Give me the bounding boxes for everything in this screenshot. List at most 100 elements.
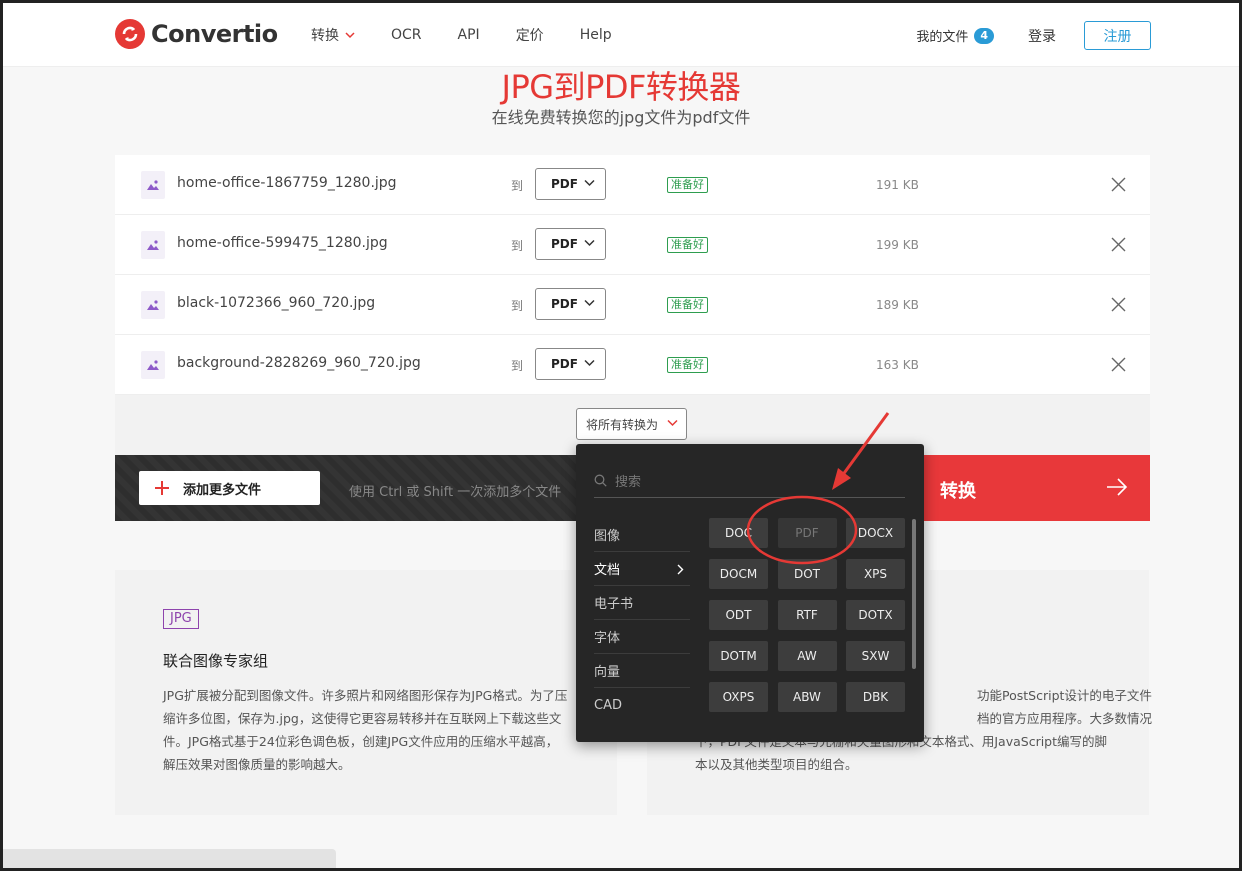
format-grid: DOC PDF DOCX DOCM DOT XPS ODT RTF DOTX D…	[709, 518, 906, 712]
logo-text: Convertio	[151, 20, 278, 48]
format-option[interactable]: SXW	[846, 641, 905, 671]
search-icon	[594, 474, 607, 487]
top-header: Convertio 转换 OCR API 定价 Help 我的文件 4 登录 注…	[3, 3, 1239, 67]
file-size: 163 KB	[876, 358, 919, 372]
card-text-line: 本以及其他类型项目的组合。	[695, 757, 858, 772]
category-font[interactable]: 字体	[594, 620, 690, 654]
convert-all-label: 将所有转换为	[586, 417, 659, 432]
image-file-icon	[141, 231, 165, 259]
category-document[interactable]: 文档	[594, 552, 690, 586]
multi-select-hint: 使用 Ctrl 或 Shift 一次添加多个文件	[349, 485, 562, 500]
format-option[interactable]: RTF	[777, 600, 837, 630]
format-option[interactable]: DOCX	[846, 518, 905, 548]
my-files-link[interactable]: 我的文件 4	[916, 26, 994, 45]
file-size: 189 KB	[876, 298, 919, 312]
add-more-label: 添加更多文件	[183, 482, 262, 498]
convertio-logo-icon	[115, 19, 145, 49]
target-format-select[interactable]: PDF	[535, 348, 606, 380]
login-link[interactable]: 登录	[1028, 26, 1056, 46]
main-nav: 转换 OCR API 定价 Help	[311, 25, 648, 45]
format-option[interactable]: DOTX	[846, 600, 905, 630]
page-subtitle: 在线免费转换您的jpg文件为pdf文件	[491, 108, 751, 127]
dropdown-scrollbar[interactable]	[912, 519, 916, 669]
chevron-down-icon	[584, 299, 595, 307]
format-option[interactable]: DOCM	[709, 559, 768, 589]
chevron-down-icon	[584, 179, 595, 187]
file-list: home-office-1867759_1280.jpg 到 PDF 准备好 1…	[115, 155, 1150, 395]
arrow-right-icon	[1107, 478, 1128, 496]
target-format-select[interactable]: PDF	[535, 288, 606, 320]
chevron-right-icon	[677, 564, 684, 575]
info-card-jpg: JPG 联合图像专家组 JPG扩展被分配到图像文件。许多照片和网络图形保存为JP…	[115, 570, 617, 815]
nav-api[interactable]: API	[458, 25, 480, 45]
to-label: 到	[511, 359, 524, 373]
file-row: home-office-1867759_1280.jpg 到 PDF 准备好 1…	[115, 155, 1150, 215]
chevron-down-icon	[584, 239, 595, 247]
category-ebook[interactable]: 电子书	[594, 586, 690, 620]
category-label: 文档	[594, 563, 621, 578]
status-badge: 准备好	[667, 177, 708, 193]
convert-all-select[interactable]: 将所有转换为	[576, 408, 687, 440]
chevron-down-icon	[345, 31, 355, 38]
convert-button[interactable]: 转换	[922, 455, 1150, 521]
add-more-files-button[interactable]: 添加更多文件	[139, 471, 320, 505]
file-name: home-office-1867759_1280.jpg	[177, 175, 397, 191]
format-option[interactable]: AW	[777, 641, 837, 671]
chevron-down-icon	[667, 419, 678, 427]
category-image[interactable]: 图像	[594, 518, 690, 552]
card-title: 联合图像专家组	[163, 652, 269, 670]
format-search-field[interactable]: 搜索	[594, 464, 905, 498]
format-dropdown-panel: 搜索 图像 文档 电子书 字体 向量 CAD DOC PDF DOCX DOCM…	[576, 444, 924, 742]
nav-help[interactable]: Help	[580, 25, 612, 45]
register-button[interactable]: 注册	[1084, 21, 1151, 50]
format-option[interactable]: DOT	[777, 559, 837, 589]
status-badge: 准备好	[667, 357, 708, 373]
format-option[interactable]: ODT	[709, 600, 768, 630]
nav-pricing[interactable]: 定价	[516, 25, 544, 45]
search-placeholder: 搜索	[615, 475, 642, 490]
logo[interactable]: Convertio	[115, 19, 278, 49]
file-count-badge: 4	[974, 27, 994, 44]
nav-convert[interactable]: 转换	[311, 25, 355, 45]
category-list: 图像 文档 电子书 字体 向量 CAD	[594, 518, 690, 722]
format-option-current: PDF	[777, 518, 837, 548]
image-file-icon	[141, 171, 165, 199]
target-format-value: PDF	[551, 177, 578, 191]
plus-icon	[155, 481, 169, 495]
image-file-icon	[141, 291, 165, 319]
file-row: background-2828269_960_720.jpg 到 PDF 准备好…	[115, 335, 1150, 395]
to-label: 到	[511, 239, 524, 253]
target-format-value: PDF	[551, 297, 578, 311]
target-format-select[interactable]: PDF	[535, 228, 606, 260]
close-icon[interactable]	[1111, 177, 1126, 192]
file-name: black-1072366_960_720.jpg	[177, 295, 376, 311]
close-icon[interactable]	[1111, 357, 1126, 372]
format-option[interactable]: XPS	[846, 559, 905, 589]
format-option[interactable]: OXPS	[709, 682, 768, 712]
format-option[interactable]: DOTM	[709, 641, 768, 671]
file-name: home-office-599475_1280.jpg	[177, 235, 388, 251]
file-row: black-1072366_960_720.jpg 到 PDF 准备好 189 …	[115, 275, 1150, 335]
account-nav: 我的文件 4 登录 注册	[916, 21, 1151, 50]
format-option[interactable]: DOC	[709, 518, 768, 548]
status-badge: 准备好	[667, 297, 708, 313]
nav-ocr[interactable]: OCR	[391, 25, 422, 45]
file-name: background-2828269_960_720.jpg	[177, 355, 421, 371]
category-cad[interactable]: CAD	[594, 688, 690, 722]
file-size: 199 KB	[876, 238, 919, 252]
format-option[interactable]: ABW	[777, 682, 837, 712]
close-icon[interactable]	[1111, 297, 1126, 312]
my-files-label: 我的文件	[916, 30, 969, 45]
to-label: 到	[511, 299, 524, 313]
category-vector[interactable]: 向量	[594, 654, 690, 688]
target-format-select[interactable]: PDF	[535, 168, 606, 200]
page-title: JPG到PDF转换器	[501, 68, 741, 106]
close-icon[interactable]	[1111, 237, 1126, 252]
format-tag: JPG	[163, 609, 199, 629]
convert-label: 转换	[940, 481, 976, 502]
target-format-value: PDF	[551, 357, 578, 371]
file-size: 191 KB	[876, 178, 919, 192]
format-option[interactable]: DBK	[846, 682, 905, 712]
horizontal-scrollbar[interactable]	[3, 849, 336, 868]
chevron-down-icon	[584, 359, 595, 367]
